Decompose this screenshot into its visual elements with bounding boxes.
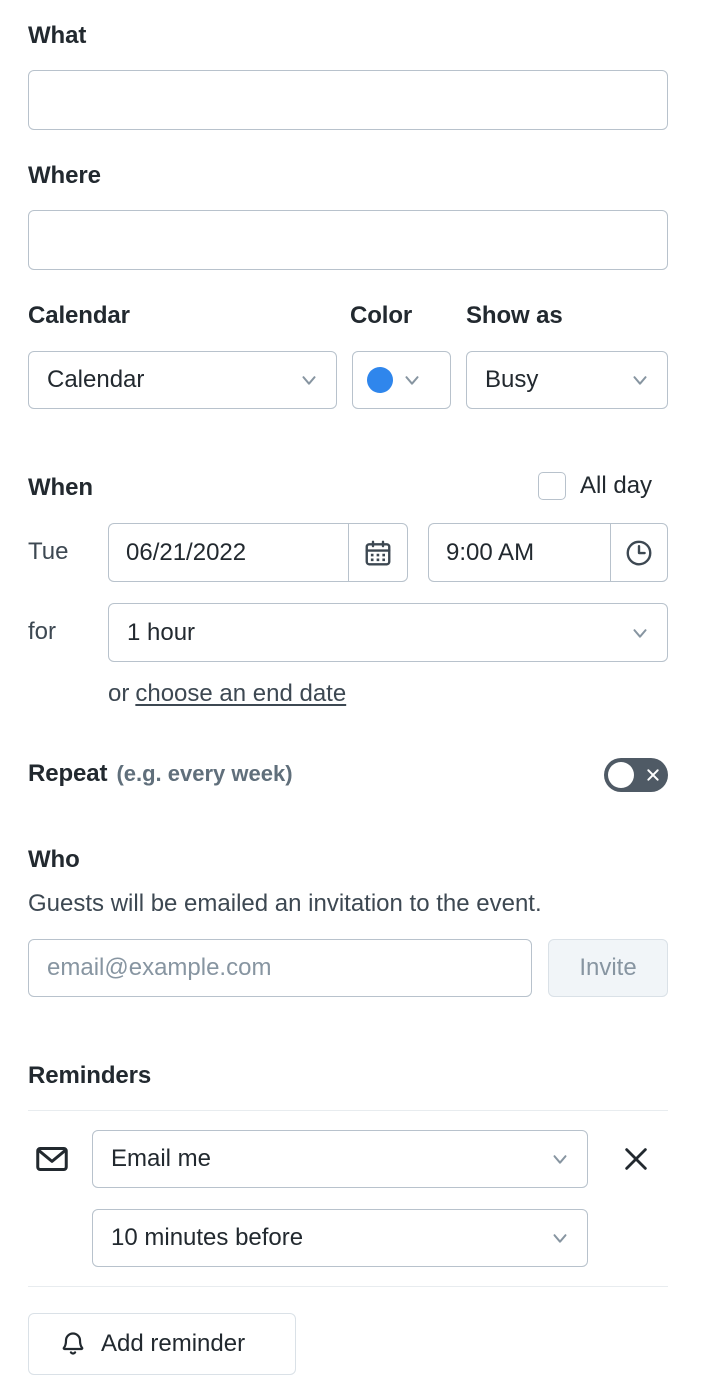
all-day-label: All day	[580, 472, 653, 499]
time-field-group: 9:00 AM	[428, 523, 668, 582]
remove-reminder-button[interactable]	[620, 1143, 652, 1175]
choose-end-date-link[interactable]: choose an end date	[135, 680, 346, 708]
reminder-type-select[interactable]: Email me	[92, 1130, 588, 1188]
all-day-checkbox[interactable]	[538, 472, 566, 500]
color-swatch-icon	[367, 367, 393, 393]
show-as-label: Show as	[466, 302, 563, 329]
end-date-row: or choose an end date	[108, 680, 346, 708]
add-reminder-button[interactable]: Add reminder	[28, 1313, 296, 1375]
invite-button[interactable]: Invite	[548, 939, 668, 997]
chevron-down-icon	[549, 1148, 571, 1170]
all-day-checkbox-row[interactable]: All day	[538, 472, 652, 500]
color-select[interactable]	[352, 351, 451, 409]
who-description: Guests will be emailed an invitation to …	[28, 890, 542, 917]
where-label: Where	[28, 162, 101, 189]
what-label: What	[28, 22, 87, 49]
weekday-label: Tue	[28, 538, 69, 565]
calendar-label: Calendar	[28, 302, 130, 329]
guest-email-input[interactable]: email@example.com	[28, 939, 532, 997]
repeat-hint: (e.g. every week)	[116, 761, 293, 786]
time-input[interactable]: 9:00 AM	[428, 523, 610, 582]
calendar-select-value: Calendar	[47, 366, 145, 393]
chevron-down-icon	[629, 622, 651, 644]
or-text: or	[108, 680, 130, 707]
color-label: Color	[350, 302, 413, 329]
date-value: 06/21/2022	[126, 538, 247, 566]
calendar-icon	[363, 538, 393, 568]
show-as-select[interactable]: Busy	[466, 351, 668, 409]
reminder-timing-select[interactable]: 10 minutes before	[92, 1209, 588, 1267]
duration-select[interactable]: 1 hour	[108, 603, 668, 662]
repeat-row: Repeat (e.g. every week)	[28, 762, 293, 786]
when-label: When	[28, 474, 93, 501]
reminders-label: Reminders	[28, 1062, 152, 1089]
close-icon	[645, 767, 661, 783]
chevron-down-icon	[549, 1227, 571, 1249]
reminders-divider-top	[28, 1110, 668, 1111]
reminder-timing-value: 10 minutes before	[111, 1224, 304, 1251]
where-input[interactable]	[28, 210, 668, 270]
chevron-down-icon	[401, 369, 423, 391]
chevron-down-icon	[298, 369, 320, 391]
time-value: 9:00 AM	[446, 538, 535, 566]
who-label: Who	[28, 846, 80, 873]
event-form: What Where Calendar Color Show as Calend…	[0, 0, 714, 1390]
calendar-select[interactable]: Calendar	[28, 351, 337, 409]
date-field-group: 06/21/2022	[108, 523, 408, 582]
date-picker-button[interactable]	[348, 523, 408, 582]
toggle-knob	[608, 762, 634, 788]
add-reminder-label: Add reminder	[101, 1330, 246, 1357]
reminders-divider-bottom	[28, 1286, 668, 1287]
show-as-value: Busy	[485, 366, 539, 393]
what-input[interactable]	[28, 70, 668, 130]
for-label: for	[28, 618, 57, 645]
reminder-type-value: Email me	[111, 1145, 212, 1172]
date-input[interactable]: 06/21/2022	[108, 523, 348, 582]
repeat-label: Repeat	[28, 760, 108, 787]
duration-value: 1 hour	[127, 618, 196, 646]
chevron-down-icon	[629, 369, 651, 391]
clock-icon	[624, 538, 654, 568]
envelope-icon	[34, 1141, 70, 1177]
bell-icon	[59, 1330, 87, 1358]
repeat-toggle[interactable]	[604, 758, 668, 792]
guest-email-placeholder: email@example.com	[47, 954, 272, 981]
time-picker-button[interactable]	[610, 523, 668, 582]
